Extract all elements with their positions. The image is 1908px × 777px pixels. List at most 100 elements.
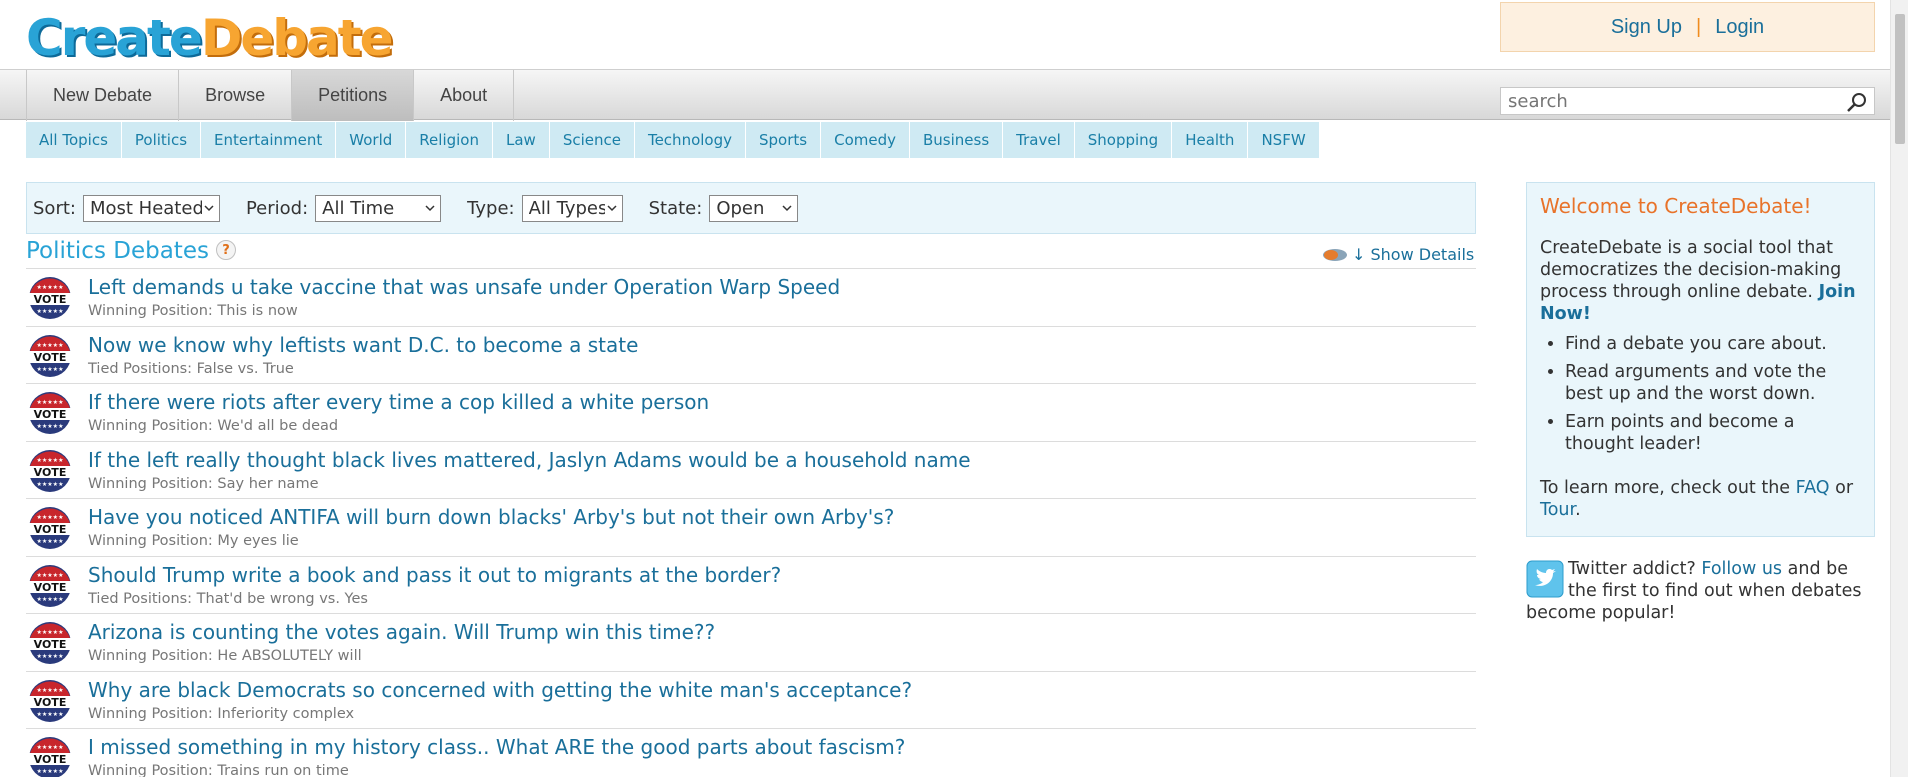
debate-row: VOTE ★★★★★ ★★★★★ If there were riots after … <box>26 383 1476 441</box>
learn-more-text: To learn more, check out the FAQ or Tour… <box>1540 478 1854 520</box>
svg-text:★★★★★: ★★★★★ <box>37 653 64 660</box>
debate-row: VOTE ★★★★★ ★★★★★ Arizona is counting the vo… <box>26 613 1476 671</box>
debate-row: VOTE ★★★★★ ★★★★★ Should Trump write a book … <box>26 555 1476 614</box>
sort-select[interactable]: Most Heated <box>82 194 220 222</box>
debate-title-link[interactable]: If the left really thought black lives m… <box>88 448 971 472</box>
debate-position: Tied Positions: That'd be wrong vs. Yes <box>88 590 368 607</box>
debate-position: Winning Position: We'd all be dead <box>88 418 339 434</box>
topic-all-topics[interactable]: All Topics <box>26 122 122 158</box>
vote-badge-icon[interactable]: VOTE ★★★★★ ★★★★★ <box>28 506 72 550</box>
debate-title-link[interactable]: Arizona is counting the votes again. Wil… <box>88 620 715 644</box>
nav-tab-petitions[interactable]: Petitions <box>291 70 414 121</box>
svg-text:★★★★★: ★★★★★ <box>37 538 64 545</box>
svg-text:★★★★★: ★★★★★ <box>37 768 64 775</box>
search-input[interactable] <box>1501 90 1836 112</box>
type-select[interactable]: All Types <box>521 194 623 222</box>
twitter-promo: Twitter addict? Follow us and be the fir… <box>1526 558 1876 624</box>
vote-badge-icon[interactable]: VOTE ★★★★★ ★★★★★ <box>28 564 72 608</box>
welcome-intro: CreateDebate is a social tool that democ… <box>1540 238 1856 324</box>
topic-world[interactable]: World <box>336 122 407 158</box>
debate-title-link[interactable]: Why are black Democrats so concerned wit… <box>88 678 912 702</box>
topic-health[interactable]: Health <box>1172 122 1249 158</box>
debate-row: VOTE ★★★★★ ★★★★★ Why are black Democrats so… <box>26 670 1476 729</box>
tour-link[interactable]: Tour <box>1540 500 1575 520</box>
login-link[interactable]: Login <box>1715 16 1764 39</box>
debate-row: VOTE ★★★★★ ★★★★★ Left demands u take vaccin… <box>26 268 1476 326</box>
vote-badge-icon[interactable]: VOTE ★★★★★ ★★★★★ <box>28 621 72 665</box>
state-select[interactable]: Open <box>709 194 799 222</box>
help-icon[interactable]: ? <box>216 240 236 260</box>
type-label: Type: <box>467 197 515 219</box>
svg-text:VOTE: VOTE <box>34 466 67 479</box>
debate-title-link[interactable]: If there were riots after every time a c… <box>88 390 709 414</box>
welcome-panel: Welcome to CreateDebate! CreateDebate is… <box>1526 182 1875 537</box>
vote-badge-icon[interactable]: VOTE ★★★★★ ★★★★★ <box>28 334 72 378</box>
topic-technology[interactable]: Technology <box>635 122 746 158</box>
topic-law[interactable]: Law <box>493 122 550 158</box>
debate-title-link[interactable]: Now we know why leftists want D.C. to be… <box>88 333 638 357</box>
topic-religion[interactable]: Religion <box>406 122 493 158</box>
svg-text:VOTE: VOTE <box>34 351 67 364</box>
topic-nsfw[interactable]: NSFW <box>1248 122 1320 158</box>
svg-text:★★★★★: ★★★★★ <box>37 423 64 430</box>
vote-badge-icon[interactable]: VOTE ★★★★★ ★★★★★ <box>28 449 72 493</box>
svg-text:★★★★★: ★★★★★ <box>37 399 64 406</box>
vote-badge-icon[interactable]: VOTE ★★★★★ ★★★★★ <box>28 736 72 777</box>
topic-comedy[interactable]: Comedy <box>821 122 910 158</box>
welcome-bullet: Earn points and become a thought leader! <box>1565 411 1861 455</box>
vote-badge-icon[interactable]: VOTE ★★★★★ ★★★★★ <box>28 276 72 320</box>
topic-shopping[interactable]: Shopping <box>1075 122 1173 158</box>
vote-badge-icon[interactable]: VOTE ★★★★★ ★★★★★ <box>28 391 72 435</box>
topic-travel[interactable]: Travel <box>1003 122 1075 158</box>
svg-text:★★★★★: ★★★★★ <box>37 744 64 751</box>
scroll-thumb[interactable] <box>1895 14 1905 144</box>
svg-text:★★★★★: ★★★★★ <box>37 366 64 373</box>
svg-text:VOTE: VOTE <box>34 753 67 766</box>
svg-text:VOTE: VOTE <box>34 696 67 709</box>
svg-text:★★★★★: ★★★★★ <box>37 514 64 521</box>
nav-tab-browse[interactable]: Browse <box>178 70 291 121</box>
toggle-switch-icon <box>1323 248 1347 261</box>
debate-row: VOTE ★★★★★ ★★★★★ If the left really thought… <box>26 440 1476 499</box>
debate-row: VOTE ★★★★★ ★★★★★ Have you noticed ANTIFA wi… <box>26 498 1476 556</box>
auth-separator: | <box>1696 15 1702 38</box>
show-details-toggle[interactable]: ↓ Show Details <box>1322 245 1474 264</box>
debate-position: Tied Positions: False vs. True <box>88 360 294 377</box>
svg-text:★★★★★: ★★★★★ <box>37 308 64 315</box>
nav-tab-about[interactable]: About <box>413 70 515 121</box>
svg-text:★★★★★: ★★★★★ <box>37 284 64 291</box>
signup-link[interactable]: Sign Up <box>1611 16 1682 39</box>
chevron-down-icon <box>204 204 214 211</box>
debate-position: Winning Position: My eyes lie <box>88 533 299 549</box>
debate-title-link[interactable]: Have you noticed ANTIFA will burn down b… <box>88 505 894 529</box>
topic-science[interactable]: Science <box>550 122 635 158</box>
nav-tab-new-debate[interactable]: New Debate <box>26 70 178 121</box>
debate-title-link[interactable]: I missed something in my history class..… <box>88 735 905 759</box>
debate-title-link[interactable]: Should Trump write a book and pass it ou… <box>88 563 781 587</box>
state-label: State: <box>648 197 703 219</box>
debate-row: VOTE ★★★★★ ★★★★★ Now we know why leftists w… <box>26 325 1476 384</box>
twitter-bird-icon[interactable] <box>1526 560 1564 598</box>
vote-badge-icon[interactable]: VOTE ★★★★★ ★★★★★ <box>28 679 72 723</box>
createdebate-logo[interactable]: CreateDebate <box>26 8 394 68</box>
follow-us-link[interactable]: Follow us <box>1701 559 1782 579</box>
show-details-label: ↓ Show Details <box>1352 245 1475 264</box>
welcome-bullet: Read arguments and vote the best up and … <box>1565 361 1861 405</box>
period-select[interactable]: All Time <box>315 194 442 222</box>
debate-title-link[interactable]: Left demands u take vaccine that was uns… <box>88 275 840 299</box>
topics-bar: All Topics Politics Entertainment World … <box>26 122 1320 158</box>
topic-entertainment[interactable]: Entertainment <box>201 122 337 158</box>
welcome-bullet: Find a debate you care about. <box>1565 333 1861 355</box>
topic-business[interactable]: Business <box>910 122 1004 158</box>
svg-text:★★★★★: ★★★★★ <box>37 572 64 579</box>
topic-politics[interactable]: Politics <box>122 122 202 158</box>
faq-link[interactable]: FAQ <box>1796 478 1830 498</box>
topic-sports[interactable]: Sports <box>746 122 822 158</box>
twitter-prefix: Twitter addict? <box>1568 559 1696 579</box>
debate-position: Winning Position: This is now <box>88 303 298 319</box>
debate-position: Winning Position: Say her name <box>88 475 319 492</box>
section-title: Politics Debates <box>26 238 209 264</box>
search-icon[interactable] <box>1846 91 1868 113</box>
svg-text:VOTE: VOTE <box>34 408 67 421</box>
scrollbar[interactable] <box>1890 0 1908 777</box>
